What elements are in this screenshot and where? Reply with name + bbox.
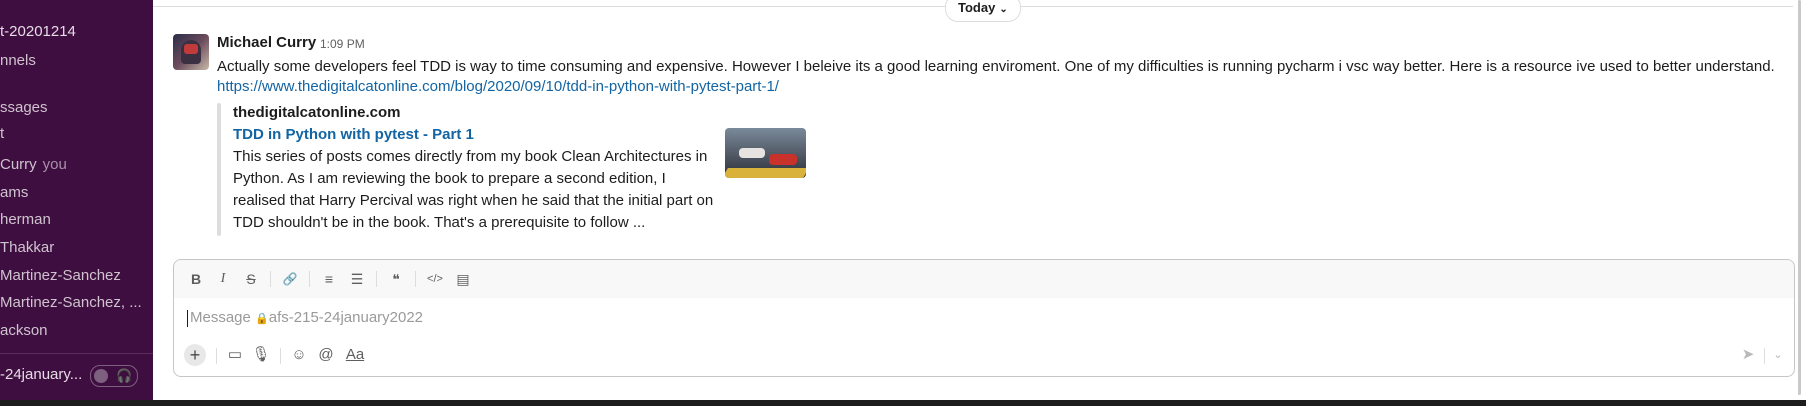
at-sign-icon: @ xyxy=(318,346,334,363)
unfurl-site-name: thedigitalcatonline.com xyxy=(233,104,401,121)
emoji-button[interactable]: ☺ xyxy=(288,345,310,365)
unfurl-title-link[interactable]: TDD in Python with pytest - Part 1 xyxy=(233,126,474,143)
sidebar-item-direct-messages[interactable]: ssages xyxy=(0,98,48,118)
formatting-toolbar: B I S 🔗 ≡ ☰ ❝ </> ▤ xyxy=(174,260,1794,298)
lock-icon: 🔒 xyxy=(255,313,269,325)
message-sender[interactable]: Michael Curry xyxy=(217,34,316,51)
send-icon: ➤ xyxy=(1741,346,1755,363)
chevron-down-icon: ⌄ xyxy=(999,4,1008,15)
sidebar-item-t[interactable]: t xyxy=(0,124,4,144)
input-placeholder-prefix: Message xyxy=(190,309,256,326)
unfurl-description-line: realised that Harry Percival was right w… xyxy=(233,192,714,209)
sidebar-item-dm[interactable]: Martinez-Sanchez xyxy=(0,266,121,286)
message-timestamp[interactable]: 1:09 PM xyxy=(320,37,365,51)
bulleted-list-button[interactable]: ☰ xyxy=(346,269,368,289)
unfurl-description-line: Python. As I am reviewing the book to pr… xyxy=(233,170,666,187)
unfurl-description: This series of posts comes directly from… xyxy=(233,146,723,234)
message-input[interactable]: Message 🔒afs-215-24january2022 xyxy=(187,306,1687,330)
scrollbar[interactable] xyxy=(1798,0,1801,395)
mention-button[interactable]: @ xyxy=(315,345,337,365)
bold-button[interactable]: B xyxy=(185,269,207,289)
sidebar-item-dm[interactable]: ackson xyxy=(0,321,48,341)
unfurl-thumbnail[interactable] xyxy=(725,128,806,178)
code-icon: </> xyxy=(427,273,443,285)
blockquote-button[interactable]: ❝ xyxy=(385,269,407,289)
code-block-icon: ▤ xyxy=(456,271,470,287)
text-caret xyxy=(187,309,188,327)
send-options-button[interactable]: ⌄ xyxy=(1771,345,1785,365)
attach-plus-button[interactable]: + xyxy=(184,344,206,366)
link-button[interactable]: 🔗 xyxy=(279,269,301,289)
bulleted-list-icon: ☰ xyxy=(350,271,364,287)
input-placeholder-channel: afs-215-24january2022 xyxy=(268,309,424,326)
you-tag: you xyxy=(42,156,67,173)
link-icon: 🔗 xyxy=(282,272,298,286)
ordered-list-button[interactable]: ≡ xyxy=(318,269,340,289)
audio-clip-button[interactable]: 🎙 xyxy=(250,345,272,365)
sidebar-item-dm[interactable]: Thakkar xyxy=(0,238,54,258)
huddle-toggle[interactable]: 🎧 xyxy=(90,365,138,387)
message-link[interactable]: https://www.thedigitalcatonline.com/blog… xyxy=(217,78,779,95)
strikethrough-button[interactable]: S xyxy=(240,269,262,289)
bottom-bar xyxy=(0,400,1806,406)
sidebar-item-self[interactable]: Curry you xyxy=(0,155,67,175)
blockquote-icon: ❝ xyxy=(392,271,400,287)
headphones-icon: 🎧 xyxy=(116,368,133,383)
date-divider-button[interactable]: Today ⌄ xyxy=(945,0,1021,22)
sidebar-item-dm[interactable]: Martinez-Sanchez, ... xyxy=(0,293,142,313)
sidebar-divider xyxy=(0,353,153,354)
avatar[interactable] xyxy=(173,34,209,70)
italic-button[interactable]: I xyxy=(212,269,234,289)
code-block-button[interactable]: ▤ xyxy=(452,269,474,289)
message-composer: B I S 🔗 ≡ ☰ ❝ </> ▤ Message 🔒afs-215-24j… xyxy=(173,259,1795,377)
text-format-icon: Aa xyxy=(345,346,365,363)
video-camera-icon: ▭ xyxy=(227,346,243,363)
video-clip-button[interactable]: ▭ xyxy=(224,345,246,365)
message-text: Actually some developers feel TDD is way… xyxy=(217,58,1775,75)
code-button[interactable]: </> xyxy=(424,269,446,289)
emoji-icon: ☺ xyxy=(291,346,307,363)
ordered-list-icon: ≡ xyxy=(324,271,334,287)
plus-icon: + xyxy=(189,345,201,365)
microphone-icon: 🎙 xyxy=(251,346,271,363)
unfurl-description-line: TDD shouldn't be in the book. That's a p… xyxy=(233,214,646,231)
huddle-channel-name[interactable]: -24january... xyxy=(0,365,82,385)
unfurl-accent-bar xyxy=(217,103,221,236)
date-label: Today xyxy=(958,0,996,15)
sidebar-item-label: Curry xyxy=(0,156,37,173)
unfurl-description-line: This series of posts comes directly from… xyxy=(233,148,708,165)
sidebar-item-channels[interactable]: nnels xyxy=(0,51,36,71)
formatting-toggle-button[interactable]: Aa xyxy=(342,345,368,365)
sidebar-item-dm[interactable]: ams xyxy=(0,183,28,203)
toggle-knob xyxy=(94,369,108,383)
sidebar: t-20201214 nnels ssages t Curry you ams h… xyxy=(0,0,153,400)
sidebar-item-dm[interactable]: herman xyxy=(0,210,51,230)
send-button[interactable]: ➤ xyxy=(1737,345,1759,365)
chevron-down-icon: ⌄ xyxy=(1773,349,1783,361)
sidebar-workspace-name[interactable]: t-20201214 xyxy=(0,22,76,42)
